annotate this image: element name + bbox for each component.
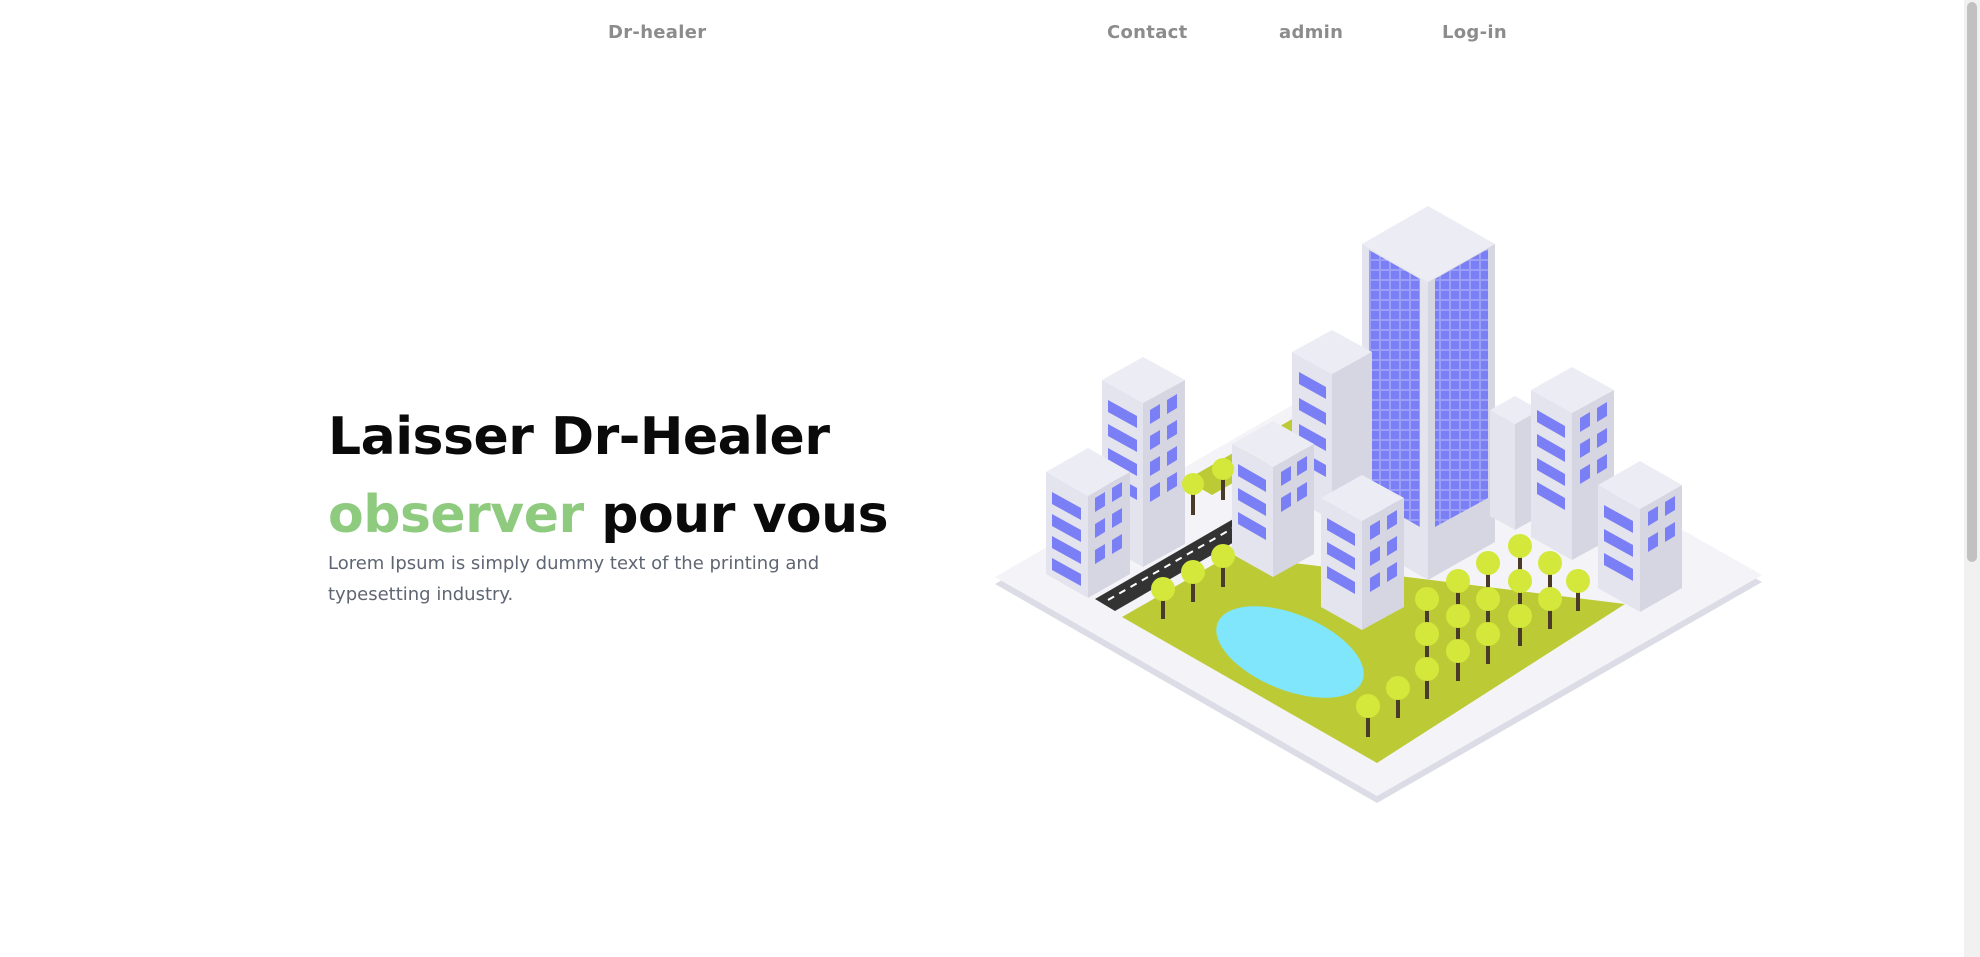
top-navigation: Dr-healer Contact admin Log-in (0, 0, 1964, 68)
hero-title: Laisser Dr-Healer observer pour vous (328, 398, 889, 554)
hero-description: Lorem Ipsum is simply dummy text of the … (328, 553, 820, 605)
nav-link-contact[interactable]: Contact (1107, 22, 1188, 43)
scrollbar-thumb[interactable] (1967, 2, 1977, 562)
hero-title-line1: Laisser Dr-Healer (328, 407, 830, 467)
isometric-city-illustration (995, 206, 1762, 803)
nav-link-admin[interactable]: admin (1279, 22, 1343, 43)
nav-link-login[interactable]: Log-in (1442, 22, 1507, 43)
nav-brand-link[interactable]: Dr-healer (608, 22, 706, 43)
hero-title-accent: observer (328, 485, 584, 545)
page-scrollbar[interactable] (1964, 0, 1980, 957)
hero-title-rest: pour vous (583, 485, 889, 545)
